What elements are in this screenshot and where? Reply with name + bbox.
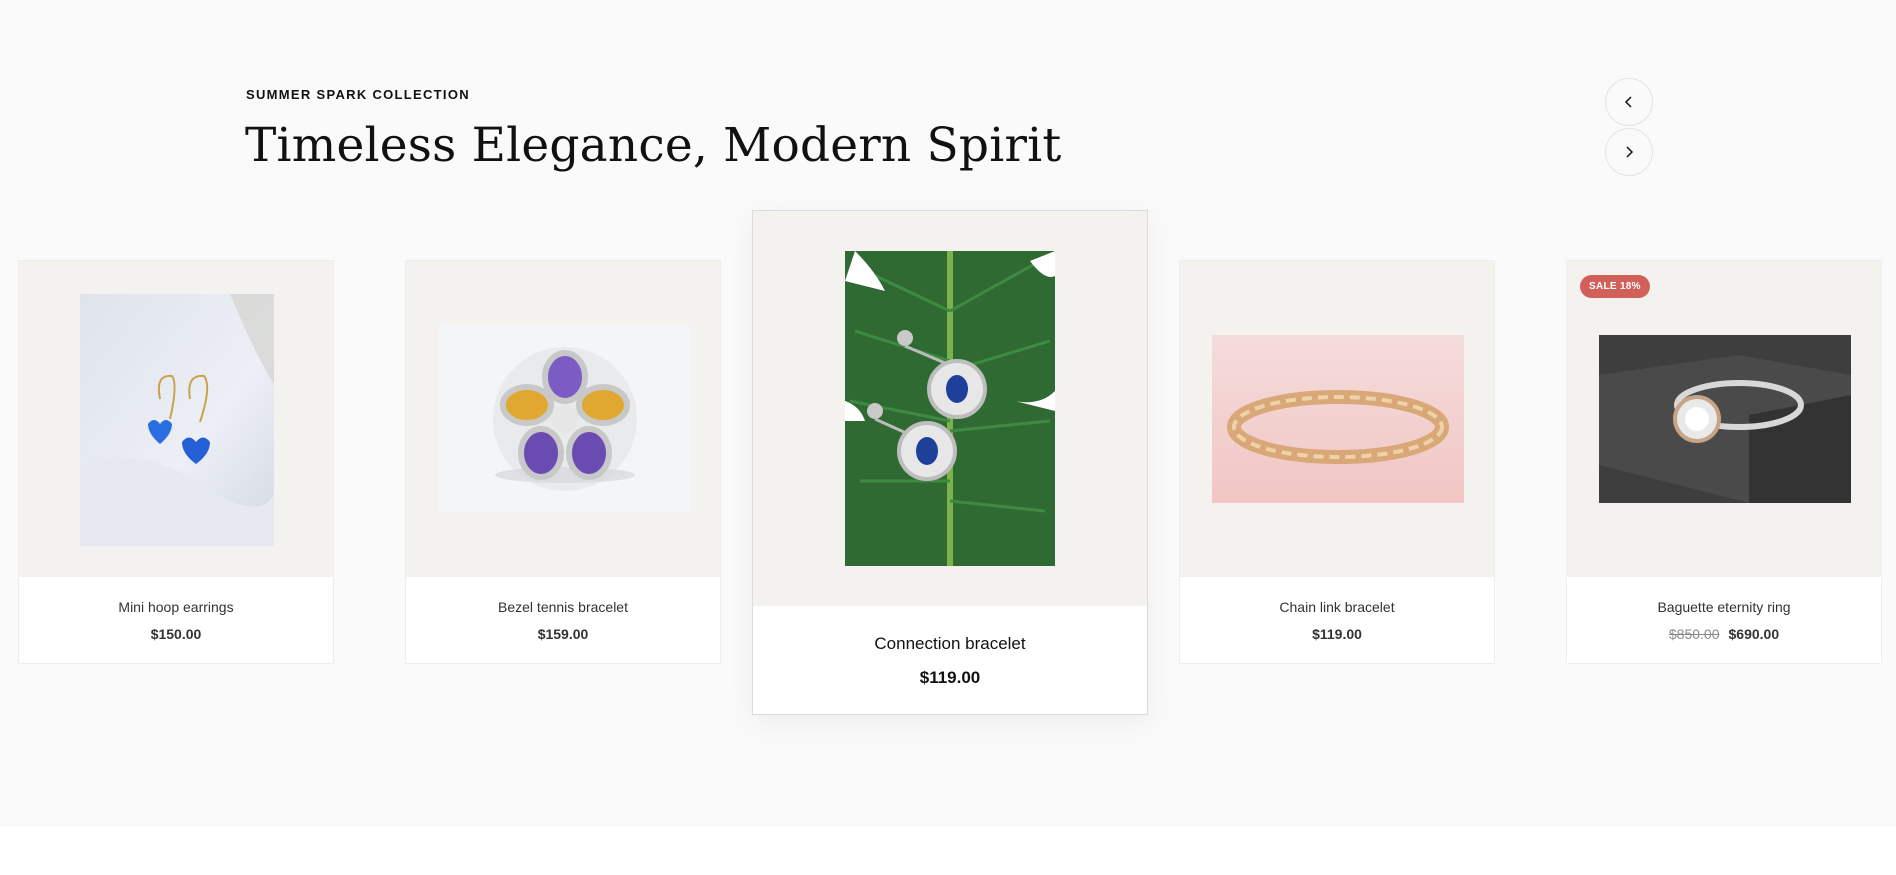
product-card[interactable]: Mini hoop earrings $150.00 bbox=[18, 260, 334, 664]
product-info: Bezel tennis bracelet $159.00 bbox=[406, 599, 720, 642]
product-price: $119.00 bbox=[1312, 626, 1362, 642]
product-info: Mini hoop earrings $150.00 bbox=[19, 599, 333, 642]
product-info: Connection bracelet $119.00 bbox=[753, 634, 1147, 688]
chevron-left-icon bbox=[1624, 96, 1632, 108]
sale-price: $690.00 bbox=[1728, 626, 1780, 642]
product-image-earrings[interactable] bbox=[80, 294, 274, 546]
section-heading: Timeless Elegance, Modern Spirit bbox=[245, 118, 1062, 173]
product-image-connection-bracelet[interactable] bbox=[845, 251, 1055, 566]
product-price: $150.00 bbox=[150, 626, 202, 642]
product-card[interactable]: Chain link bracelet $119.00 bbox=[1179, 260, 1495, 664]
product-price: $159.00 bbox=[537, 626, 589, 642]
featured-product-card[interactable]: Connection bracelet $119.00 bbox=[752, 210, 1148, 715]
product-name[interactable]: Baguette eternity ring bbox=[1567, 599, 1881, 615]
product-name[interactable]: Bezel tennis bracelet bbox=[406, 599, 720, 615]
product-info: Chain link bracelet $119.00 bbox=[1180, 599, 1494, 642]
product-media bbox=[1180, 261, 1494, 577]
product-card[interactable]: SALE 18% Baguette eternity ring $850.00 $… bbox=[1566, 260, 1882, 664]
product-info: Baguette eternity ring $850.00 $690.00 bbox=[1567, 599, 1881, 642]
product-media bbox=[406, 261, 720, 577]
carousel-prev-button[interactable] bbox=[1605, 78, 1653, 126]
product-image-bracelet[interactable] bbox=[439, 325, 691, 513]
collection-section: SUMMER SPARK COLLECTION Timeless Eleganc… bbox=[0, 0, 1896, 827]
product-media bbox=[753, 211, 1147, 606]
product-name[interactable]: Chain link bracelet bbox=[1180, 599, 1494, 615]
chevron-right-icon bbox=[1626, 146, 1634, 158]
carousel-next-button[interactable] bbox=[1605, 128, 1653, 176]
product-price: $119.00 bbox=[919, 668, 981, 687]
product-image-chain-bracelet[interactable] bbox=[1212, 335, 1464, 503]
section-eyebrow: SUMMER SPARK COLLECTION bbox=[246, 87, 470, 102]
product-card[interactable]: Bezel tennis bracelet $159.00 bbox=[405, 260, 721, 664]
product-media: SALE 18% bbox=[1567, 261, 1881, 577]
compare-at-price: $850.00 bbox=[1668, 626, 1720, 642]
sale-badge: SALE 18% bbox=[1580, 275, 1650, 298]
product-image-ring[interactable] bbox=[1599, 335, 1851, 503]
product-name[interactable]: Mini hoop earrings bbox=[19, 599, 333, 615]
product-name[interactable]: Connection bracelet bbox=[753, 634, 1147, 654]
product-price-group: $850.00 $690.00 bbox=[1567, 626, 1881, 642]
product-media bbox=[19, 261, 333, 577]
